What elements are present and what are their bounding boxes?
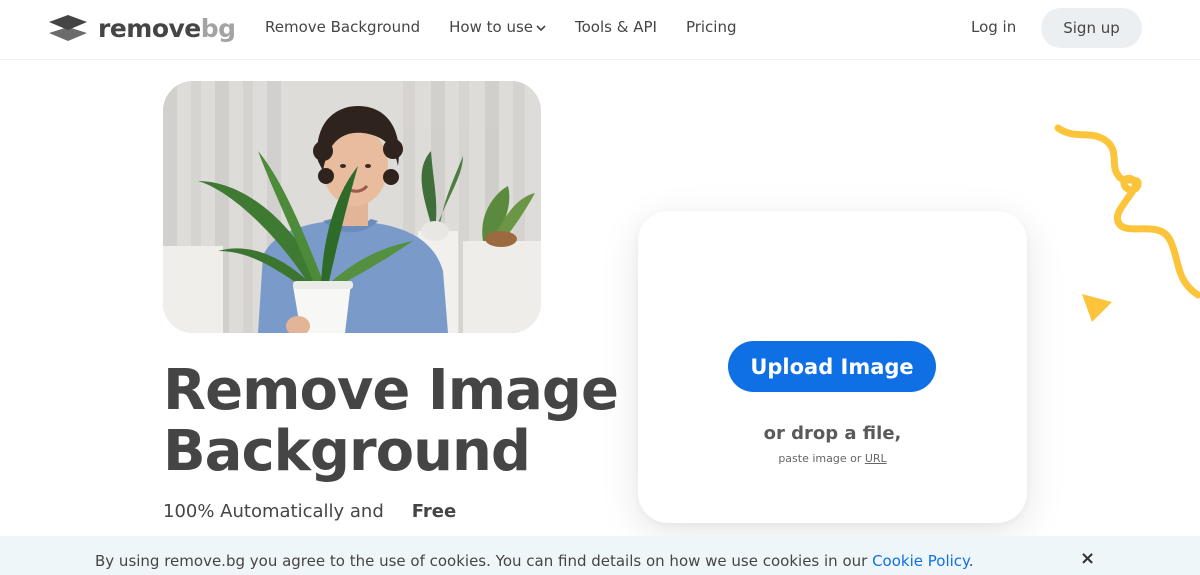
login-link[interactable]: Log in	[971, 18, 1016, 36]
signup-button[interactable]: Sign up	[1041, 8, 1142, 48]
upload-card[interactable]: Upload Image or drop a file, paste image…	[638, 211, 1027, 523]
drop-file-text: or drop a file,	[763, 423, 902, 444]
squiggle-decoration	[1054, 124, 1200, 299]
nav-pricing[interactable]: Pricing	[686, 18, 737, 36]
url-link[interactable]: URL	[865, 452, 887, 465]
nav-how-to-use[interactable]: How to use	[449, 18, 546, 36]
site-header: removebg Remove Background How to use To…	[0, 0, 1200, 60]
logo-text: removebg	[98, 13, 236, 43]
free-badge: Free	[398, 499, 470, 524]
chevron-down-icon	[536, 24, 546, 31]
paste-hint: paste image or URL	[778, 452, 887, 465]
logo-layers-icon	[49, 15, 87, 41]
nav-tools-api[interactable]: Tools & API	[575, 18, 657, 36]
triangle-decoration	[1082, 294, 1112, 322]
hero-image	[163, 81, 541, 333]
cookie-banner: By using remove.bg you agree to the use …	[0, 536, 1200, 575]
headline-line-1: Remove Image	[163, 358, 619, 423]
headline-line-2: Background	[163, 419, 531, 484]
cookie-text: By using remove.bg you agree to the use …	[95, 552, 974, 570]
tagline: 100% Automatically and Free	[163, 499, 470, 524]
main-nav: Remove Background How to use Tools & API…	[265, 18, 766, 36]
nav-remove-background[interactable]: Remove Background	[265, 18, 420, 36]
upload-image-button[interactable]: Upload Image	[728, 341, 936, 392]
close-icon[interactable]: ×	[1080, 548, 1095, 569]
logo[interactable]: removebg	[48, 12, 236, 44]
page-title: Remove Image Background	[163, 358, 619, 484]
tagline-text: 100% Automatically and	[163, 501, 384, 522]
cookie-policy-link[interactable]: Cookie Policy	[872, 552, 969, 570]
